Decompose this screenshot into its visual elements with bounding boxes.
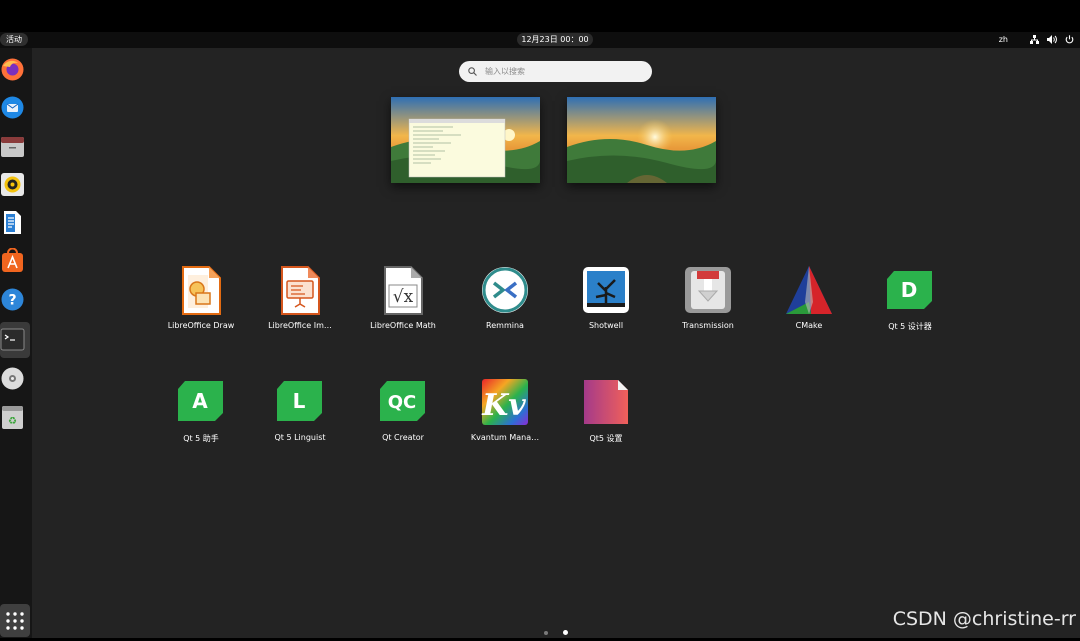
app-libreoffice-impress[interactable]: LibreOffice Im… — [250, 265, 350, 355]
search-input[interactable] — [483, 66, 637, 77]
files-icon[interactable] — [0, 134, 25, 159]
app-label: Qt5 设置 — [589, 434, 623, 443]
app-qt-creator[interactable]: QC Qt Creator — [353, 377, 453, 467]
transmission-icon — [683, 265, 733, 315]
network-icon — [1030, 35, 1039, 44]
system-tray[interactable]: zh — [999, 33, 1074, 46]
libreoffice-draw-icon — [176, 265, 226, 315]
qt5-settings-icon — [581, 377, 631, 427]
libreoffice-impress-icon — [275, 265, 325, 315]
app-label: Qt 5 助手 — [183, 434, 219, 443]
workspace-1[interactable] — [391, 97, 540, 183]
remmina-icon — [480, 265, 530, 315]
qt-designer-icon: D — [885, 265, 935, 315]
power-icon — [1065, 35, 1074, 44]
shotwell-icon — [581, 265, 631, 315]
app-label: Transmission — [682, 321, 734, 330]
show-apps-button[interactable] — [0, 604, 30, 637]
page-indicator-1[interactable] — [544, 631, 548, 635]
disc-icon[interactable] — [0, 366, 25, 391]
svg-text:?: ? — [8, 293, 16, 309]
app-label: Qt Creator — [382, 433, 424, 442]
app-libreoffice-draw[interactable]: LibreOffice Draw — [151, 265, 251, 355]
app-qt5-settings[interactable]: Qt5 设置 — [556, 377, 656, 467]
help-icon[interactable]: ? — [0, 287, 25, 312]
app-qt5-linguist[interactable]: L Qt 5 Linguist — [250, 377, 350, 467]
search-bar[interactable] — [459, 61, 652, 82]
app-label: LibreOffice Draw — [167, 321, 235, 330]
app-label: Remmina — [486, 321, 524, 330]
app-label: Kvantum Mana… — [470, 433, 540, 442]
qt-creator-icon: QC — [378, 377, 428, 427]
terminal-icon[interactable] — [0, 327, 25, 352]
app-qt5-assistant[interactable]: A Qt 5 助手 — [151, 377, 251, 467]
libreoffice-math-icon: √x — [378, 265, 428, 315]
app-label: Qt 5 设计器 — [888, 322, 932, 331]
page-indicator-2[interactable] — [563, 630, 568, 635]
qt-linguist-icon: L — [275, 377, 325, 427]
app-libreoffice-math[interactable]: √x LibreOffice Math — [353, 265, 453, 355]
svg-text:♻: ♻ — [8, 416, 17, 427]
app-label: LibreOffice Im… — [268, 321, 332, 330]
svg-text:D: D — [901, 278, 918, 302]
workspace-2[interactable] — [567, 97, 716, 183]
trash-icon[interactable]: ♻ — [0, 405, 25, 430]
clock-button[interactable]: 12月23日 00：00 — [517, 33, 593, 46]
search-icon — [468, 67, 477, 76]
app-label: LibreOffice Math — [370, 321, 436, 330]
qt-assistant-icon: A — [176, 377, 226, 427]
input-language-indicator[interactable]: zh — [999, 35, 1008, 44]
app-qt5-designer[interactable]: D Qt 5 设计器 — [860, 265, 960, 355]
writer-icon[interactable] — [0, 210, 25, 235]
kvantum-icon: Kv — [480, 377, 530, 427]
app-label: Shotwell — [588, 321, 624, 330]
rhythmbox-icon[interactable] — [0, 172, 25, 197]
top-black-strip — [0, 0, 1080, 32]
app-remmina[interactable]: Remmina — [455, 265, 555, 355]
watermark: CSDN @christine-rr — [892, 608, 1076, 630]
svg-text:L: L — [293, 389, 306, 413]
show-apps-icon — [6, 612, 24, 630]
cmake-icon — [784, 265, 834, 315]
svg-text:QC: QC — [388, 392, 417, 413]
volume-icon — [1047, 35, 1057, 44]
app-label: Qt 5 Linguist — [274, 433, 326, 442]
thunderbird-icon[interactable] — [0, 95, 25, 120]
activities-button[interactable]: 活动 — [0, 33, 28, 46]
svg-text:Kv: Kv — [481, 388, 526, 423]
app-shotwell[interactable]: Shotwell — [556, 265, 656, 355]
app-kvantum-manager[interactable]: Kv Kvantum Mana… — [455, 377, 555, 467]
firefox-icon[interactable] — [0, 57, 25, 82]
app-transmission[interactable]: Transmission — [658, 265, 758, 355]
software-icon[interactable] — [0, 248, 25, 273]
svg-text:√x: √x — [393, 287, 414, 307]
app-cmake[interactable]: CMake — [759, 265, 859, 355]
svg-text:A: A — [192, 389, 208, 413]
app-label: CMake — [795, 321, 823, 330]
